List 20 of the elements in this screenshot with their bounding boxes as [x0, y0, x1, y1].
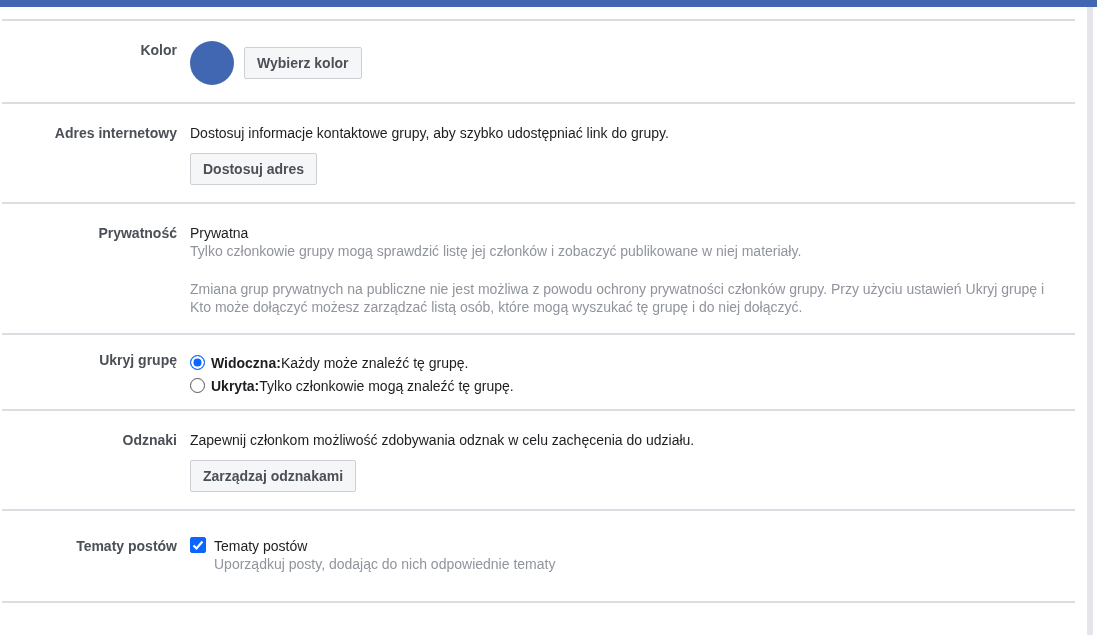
setting-description: Dostosuj informacje kontaktowe grupy, aby szybko udostępniać link do grupy. [190, 124, 670, 142]
radio-button[interactable] [190, 355, 205, 370]
checkbox-label: Tematy postów [214, 537, 309, 555]
action-button[interactable]: Dostosuj adres [190, 153, 318, 185]
checkbox-hint: Uporządkuj posty, dodając do nich odpowiednie tematy [214, 555, 556, 573]
setting-description: Zapewnij członkom możliwość zdobywania odznak w celu zachęcenia do udziału. [190, 431, 696, 449]
setting-label: Kolor [139, 41, 178, 60]
setting-label: Tematy postów [75, 537, 178, 556]
radio-label: Widoczna:Każdy może znaleźć tę grupę. [211, 353, 469, 372]
action-button[interactable]: Zarządzaj odznakami [190, 460, 357, 492]
setting-label: Odznaki [121, 431, 178, 450]
radio-label: Ukryta:Tylko członkowie mogą znaleźć tę grupę. [211, 376, 514, 395]
choose-color-button[interactable]: Wybierz kolor [244, 47, 362, 79]
privacy-note: Tylko członkowie grupy mogą sprawdzić listę jej członków i zobaczyć publikowane w niej materiały. [190, 242, 803, 260]
setting-label: Prywatność [97, 224, 178, 243]
setting-label: Adres internetowy [53, 124, 178, 143]
privacy-value: Prywatna [190, 224, 250, 242]
setting-label: Ukryj grupę [98, 351, 178, 370]
privacy-note: Zmiana grup prywatnych na publiczne nie jest możliwa z powodu ochrony prywatności członków grupy. Przy użyciu ustawień Ukryj grupę i Kto może dołączyć możesz zarządzać listą osób, które mogą wyszukać tę grupę i do niej dołączyć. [190, 280, 1046, 316]
checkbox[interactable] [190, 537, 206, 553]
